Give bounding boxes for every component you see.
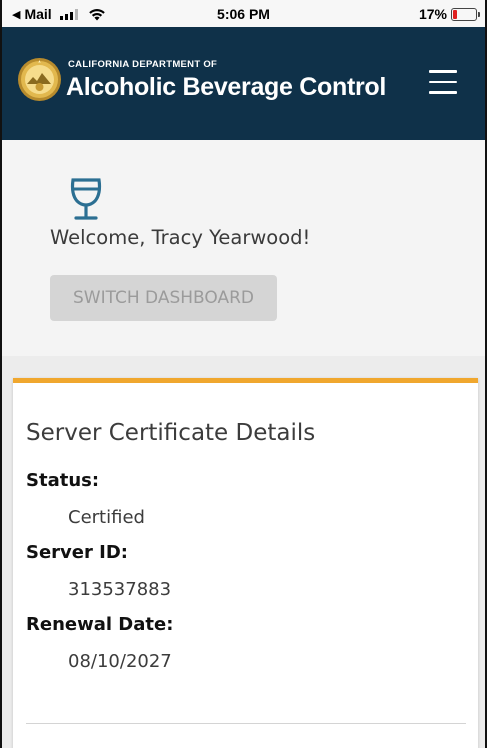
welcome-section: Welcome, Tracy Yearwood! SWITCH DASHBOAR… — [2, 140, 485, 356]
status-value: Certified — [68, 507, 145, 528]
app-screen: ◀ Mail 5:06 PM 17% CALIFORNIA DEPARTMENT… — [0, 0, 487, 748]
card-title: Server Certificate Details — [26, 420, 316, 446]
battery-level-fill — [453, 9, 457, 19]
battery-icon — [451, 7, 480, 21]
wine-glass-icon — [70, 178, 102, 220]
renewal-date-value: 08/10/2027 — [68, 651, 172, 672]
status-label: Status: — [26, 470, 100, 491]
hamburger-menu-icon[interactable] — [429, 70, 457, 94]
renewal-date-label: Renewal Date: — [26, 614, 174, 635]
status-right: 17% — [418, 6, 480, 22]
server-id-label: Server ID: — [26, 542, 128, 563]
status-bar: ◀ Mail 5:06 PM 17% — [2, 0, 485, 27]
org-title[interactable]: Alcoholic Beverage Control — [66, 73, 386, 102]
certificate-card: Server Certificate Details Status: Certi… — [13, 378, 478, 748]
org-subtitle: CALIFORNIA DEPARTMENT OF — [68, 59, 218, 70]
switch-dashboard-button[interactable]: SWITCH DASHBOARD — [50, 275, 277, 321]
app-header: CALIFORNIA DEPARTMENT OF Alcoholic Bever… — [2, 27, 485, 140]
server-id-value: 313537883 — [68, 579, 172, 600]
welcome-greeting: Welcome, Tracy Yearwood! — [50, 226, 311, 249]
state-seal-icon[interactable] — [17, 57, 62, 102]
battery-percent: 17% — [418, 6, 447, 22]
card-divider — [26, 723, 466, 724]
status-time: 5:06 PM — [217, 6, 270, 22]
